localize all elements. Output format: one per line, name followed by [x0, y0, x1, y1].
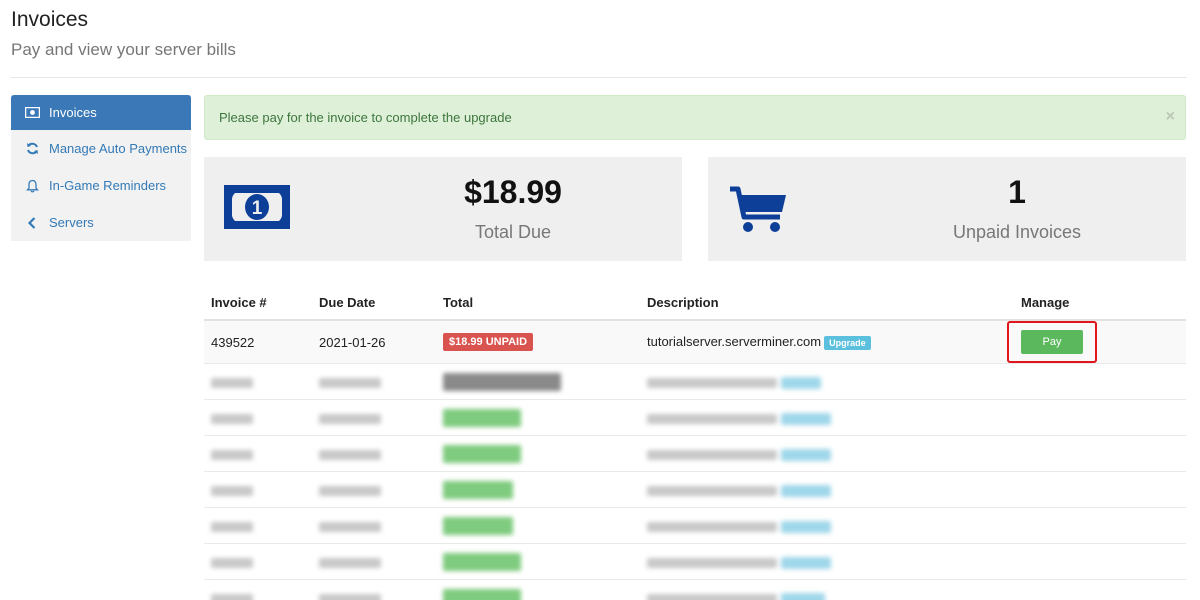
column-header: Invoice # [204, 285, 312, 321]
column-header: Description [640, 285, 1014, 321]
total-due-value: $18.99 [464, 174, 562, 210]
sidebar-item-label: Servers [49, 215, 94, 230]
page-header: Invoices Pay and view your server bills [11, 8, 1187, 78]
due-date: 2021-01-26 [312, 319, 436, 364]
invoice-table: Invoice # Due Date Total Description Man… [204, 285, 1186, 600]
column-header: Due Date [312, 285, 436, 321]
svg-text:1: 1 [252, 198, 263, 219]
page-title: Invoices [11, 8, 89, 31]
total-due-label: Total Due [474, 222, 552, 242]
unpaid-invoices-box: 1 Unpaid Invoices [708, 157, 1186, 261]
table-header-row: Invoice # Due Date Total Description Man… [204, 285, 1186, 321]
blurred-row [204, 579, 1186, 600]
column-header: Total [436, 285, 640, 321]
bell-icon [24, 178, 40, 194]
sidebar: Invoices Manage Auto Payments In-Game Re… [11, 95, 191, 241]
upgrade-badge: Upgrade [824, 335, 871, 350]
money-icon: 1 [224, 183, 292, 236]
unpaid-label: Unpaid Invoices [952, 222, 1082, 242]
pay-button[interactable]: Pay [1021, 330, 1083, 354]
blurred-row [204, 543, 1186, 580]
sidebar-item-label: Invoices [49, 105, 97, 120]
blurred-row [204, 507, 1186, 544]
table-row: 439522 2021-01-26 $18.99 UNPAID tutorial… [204, 319, 1186, 364]
sidebar-item-invoices[interactable]: Invoices [11, 95, 191, 130]
sidebar-item-servers[interactable]: Servers [11, 204, 191, 241]
cart-icon [728, 183, 790, 240]
chevron-left-icon [24, 215, 40, 231]
sidebar-item-reminders[interactable]: In-Game Reminders [11, 167, 191, 204]
page-subtitle: Pay and view your server bills [11, 40, 236, 59]
server-description: tutorialserver.serverminer.com [647, 334, 822, 350]
close-icon[interactable]: × [1166, 108, 1175, 126]
refresh-icon [24, 141, 40, 157]
total-due-box: 1 $18.99 Total Due [204, 157, 682, 261]
blurred-row [204, 363, 1186, 400]
sidebar-item-auto-payments[interactable]: Manage Auto Payments [11, 130, 191, 167]
status-badge: $18.99 UNPAID [443, 333, 534, 351]
alert-message: Please pay for the invoice to complete t… [219, 110, 512, 125]
blurred-row [204, 471, 1186, 508]
money-icon [24, 105, 40, 121]
column-header: Manage [1014, 285, 1186, 321]
blurred-row [204, 435, 1186, 472]
blurred-row [204, 399, 1186, 436]
invoice-number: 439522 [204, 319, 312, 364]
sidebar-item-label: Manage Auto Payments [49, 141, 188, 156]
unpaid-count: 1 [1008, 174, 1026, 210]
success-alert: Please pay for the invoice to complete t… [204, 95, 1186, 140]
pay-highlight: Pay [1007, 321, 1097, 363]
sidebar-item-label: In-Game Reminders [49, 178, 167, 193]
